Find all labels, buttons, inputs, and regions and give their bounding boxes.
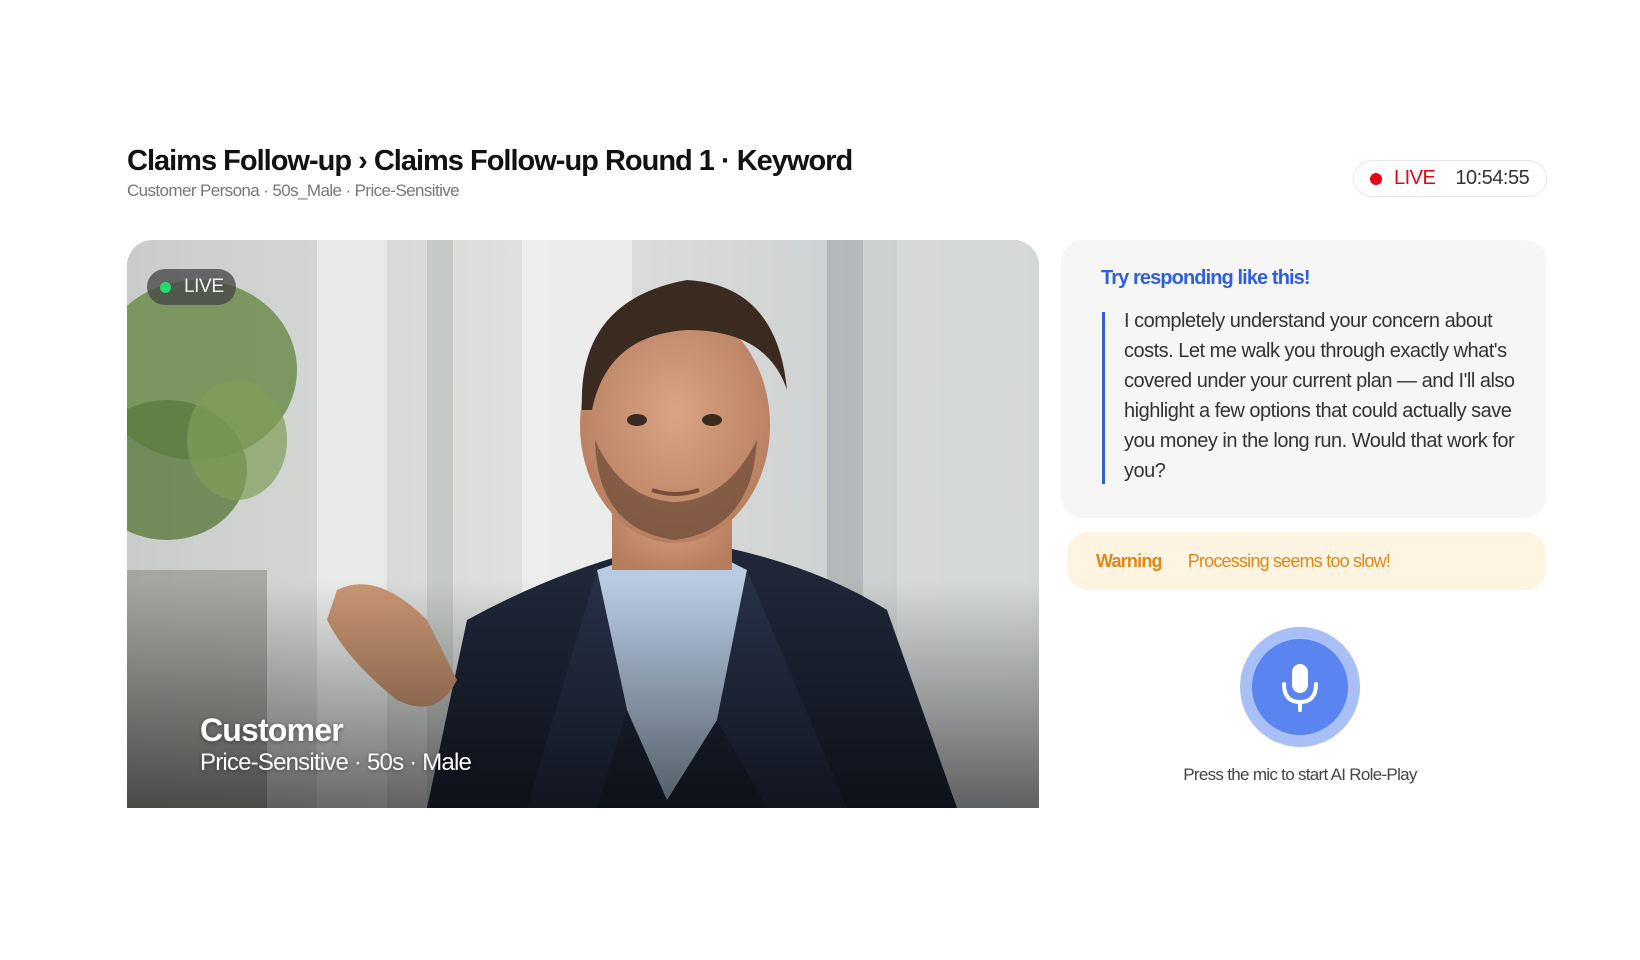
suggestion-accent-bar bbox=[1102, 312, 1105, 484]
persona-role: Customer bbox=[200, 712, 344, 748]
suggestion-title: Try responding like this! bbox=[1101, 267, 1311, 289]
video-live-badge: LIVE bbox=[147, 269, 236, 305]
suggestion-text: I completely understand your concern abo… bbox=[1124, 310, 1515, 482]
page-header: Claims Follow-up › Claims Follow-up Roun… bbox=[127, 143, 853, 201]
session-clock: 10:54:55 bbox=[1455, 167, 1530, 189]
warning-banner: Warning Processing seems too slow! bbox=[1067, 532, 1546, 590]
response-suggestion-card: Try responding like this! I completely u… bbox=[1061, 240, 1546, 518]
persona-description: Price-Sensitive · 50s · Male bbox=[200, 749, 472, 776]
live-status-pill: LIVE 10:54:55 bbox=[1353, 160, 1547, 197]
mic-button-core[interactable] bbox=[1252, 639, 1348, 735]
mic-hint-text: Press the mic to start AI Role-Play bbox=[1183, 765, 1417, 784]
customer-video-feed: LIVE Customer Price-Sensitive · 50s · Ma… bbox=[127, 240, 1039, 808]
persona-caption: Customer Price-Sensitive · 50s · Male bbox=[200, 712, 472, 778]
warning-message: Processing seems too slow! bbox=[1187, 550, 1391, 571]
page-subtitle: Customer Persona · 50s_Male · Price-Sens… bbox=[127, 181, 460, 200]
warning-label: Warning bbox=[1096, 550, 1163, 571]
recording-dot-icon bbox=[1370, 172, 1382, 185]
page-title: Claims Follow-up › Claims Follow-up Roun… bbox=[127, 145, 853, 177]
mic-button[interactable] bbox=[1240, 627, 1360, 747]
live-indicator-dot-icon bbox=[160, 281, 171, 293]
video-live-label: LIVE bbox=[184, 276, 224, 297]
microphone-icon bbox=[1282, 664, 1318, 712]
live-status-label: LIVE bbox=[1394, 167, 1436, 189]
